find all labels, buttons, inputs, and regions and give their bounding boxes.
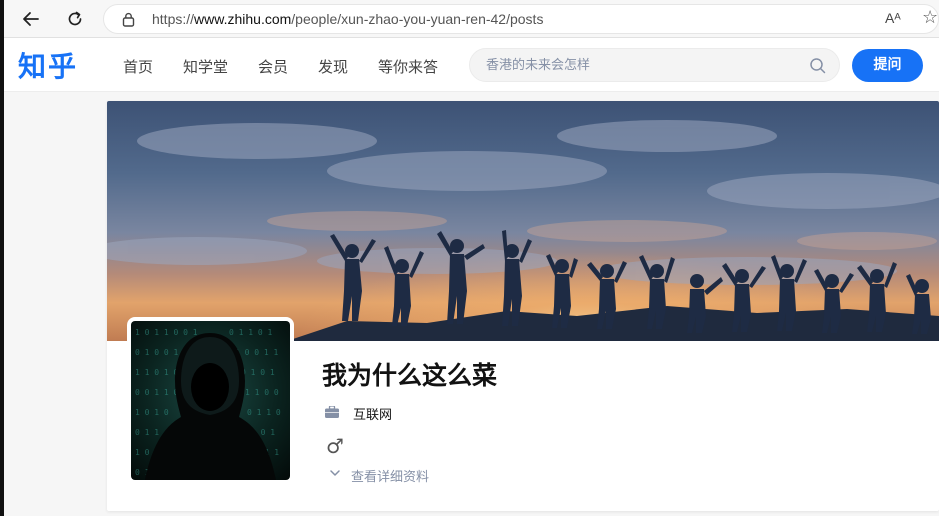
url-path: /people/xun-zhao-you-yuan-ren-42/posts <box>291 11 544 27</box>
chevron-down-icon <box>330 470 340 476</box>
profile-card: 1 0 1 1 0 0 1 0 1 1 0 1 0 1 0 0 1 1 1 0 0 … <box>107 101 939 511</box>
svg-text:1 1 0 1 0: 1 1 0 1 0 <box>135 368 179 377</box>
search-box <box>469 48 840 82</box>
avatar-image: 1 0 1 1 0 0 1 0 1 1 0 1 0 1 0 0 1 1 1 0 0 … <box>131 321 290 480</box>
back-arrow-icon <box>23 12 39 26</box>
nav-vip[interactable]: 会员 <box>258 56 288 77</box>
zhihu-logo[interactable]: 知乎 <box>18 45 78 85</box>
profile-avatar[interactable]: 1 0 1 1 0 0 1 0 1 1 0 1 0 1 0 0 1 1 1 0 0 … <box>127 317 294 484</box>
screen: https://www.zhihu.com/people/xun-zhao-yo… <box>0 0 939 516</box>
ask-question-button[interactable]: 提问 <box>852 49 923 82</box>
search-input[interactable] <box>486 56 806 74</box>
nav-zhixuetang[interactable]: 知学堂 <box>183 56 228 77</box>
url-text[interactable]: https://www.zhihu.com/people/xun-zhao-yo… <box>152 11 543 27</box>
site-header: 知乎 首页 知学堂 会员 发现 等你来答 提问 <box>4 38 939 92</box>
profile-name: 我为什么这么菜 <box>322 361 498 390</box>
male-gender-icon: ♂ <box>326 434 344 458</box>
url-prefix: https:// <box>152 11 195 27</box>
search-icon[interactable] <box>809 57 827 75</box>
svg-text:1 0 1 0: 1 0 1 0 <box>135 408 169 417</box>
industry-label: 互联网 <box>353 408 393 423</box>
svg-text:0 0 1 1 0: 0 0 1 1 0 <box>135 388 179 397</box>
svg-text:0 1 1 0: 0 1 1 0 <box>247 408 281 417</box>
svg-text:1 0 0 1 1: 1 0 0 1 1 <box>235 348 279 357</box>
nav-waiting-answers[interactable]: 等你来答 <box>378 56 438 77</box>
hooded-figure-image: 1 0 1 1 0 0 1 0 1 1 0 1 0 1 0 0 1 1 1 0 0 … <box>135 328 281 480</box>
svg-text:0 1 0 1: 0 1 0 1 <box>241 368 275 377</box>
nav-home[interactable]: 首页 <box>123 56 153 77</box>
svg-text:1 0 1 1 0 0 1: 1 0 1 1 0 0 1 <box>135 328 198 337</box>
reload-button[interactable] <box>61 5 89 33</box>
read-aloud-icon[interactable]: Aᴬ <box>885 10 901 26</box>
reload-icon <box>68 11 82 26</box>
browser-toolbar: https://www.zhihu.com/people/xun-zhao-yo… <box>4 0 939 38</box>
svg-text:0 1 1: 0 1 1 <box>135 428 159 437</box>
url-domain: www.zhihu.com <box>194 11 292 27</box>
view-details-label: 查看详细资料 <box>351 470 430 485</box>
svg-text:1 1 0 0: 1 1 0 0 <box>245 388 279 397</box>
nav-discover[interactable]: 发现 <box>318 56 348 77</box>
lock-icon[interactable] <box>122 12 135 27</box>
briefcase-icon <box>325 406 339 418</box>
address-bar[interactable]: https://www.zhihu.com/people/xun-zhao-yo… <box>103 4 939 34</box>
back-button[interactable] <box>17 5 45 33</box>
svg-text:0 1 1 0 1: 0 1 1 0 1 <box>229 328 273 337</box>
favorite-star-icon[interactable]: ☆ <box>922 7 938 28</box>
profile-cover-image <box>107 101 939 341</box>
cover-illustration <box>107 101 939 341</box>
